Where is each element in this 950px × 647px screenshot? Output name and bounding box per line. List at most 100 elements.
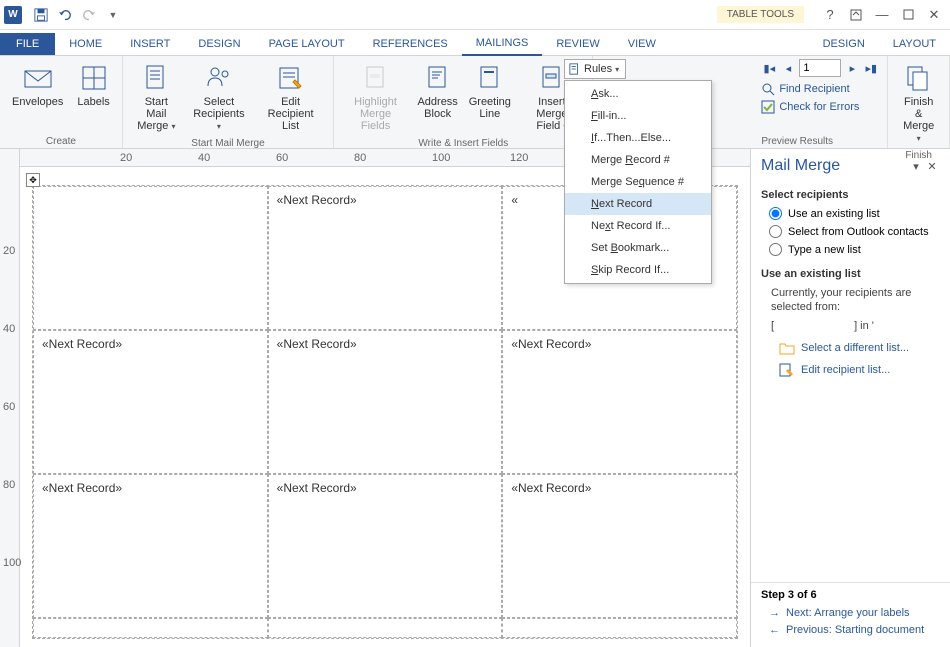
select-different-list-link[interactable]: Select a different list... (779, 341, 940, 355)
minimize-icon[interactable]: — (870, 4, 894, 26)
greeting-icon (474, 62, 506, 94)
rules-merge-record[interactable]: Merge Record # (565, 149, 711, 171)
edit-icon (779, 363, 795, 377)
word-app-icon[interactable]: W (4, 6, 22, 24)
radio-input[interactable] (769, 207, 782, 220)
highlight-icon (360, 62, 392, 94)
folder-icon (779, 341, 795, 355)
label-cell[interactable]: «Next Record» (502, 474, 737, 618)
hruler-tick: 120 (510, 152, 528, 164)
next-step-link[interactable]: → Next: Arrange your labels (769, 607, 940, 619)
rules-ask[interactable]: Ask... (565, 83, 711, 105)
link-label: Edit recipient list... (801, 364, 890, 376)
tab-references[interactable]: REFERENCES (359, 33, 462, 55)
contextual-tab-label: TABLE TOOLS (717, 6, 804, 23)
close-icon[interactable]: ✕ (922, 4, 946, 26)
currently-selected-text: Currently, your recipients are selected … (771, 286, 940, 315)
select-recipients-heading: Select recipients (761, 189, 940, 201)
labels-button[interactable]: Labels (71, 58, 115, 112)
rules-dropdown: Ask... Fill-in... If...Then...Else... Me… (564, 80, 712, 284)
radio-input[interactable] (769, 225, 782, 238)
rules-set-bookmark[interactable]: Set Bookmark... (565, 237, 711, 259)
rules-skip-record-if[interactable]: Skip Record If... (565, 259, 711, 281)
rules-merge-sequence[interactable]: Merge Sequence # (565, 171, 711, 193)
task-pane-footer: Step 3 of 6 → Next: Arrange your labels … (751, 582, 950, 647)
greeting-line-button[interactable]: Greeting Line (464, 58, 515, 124)
envelopes-label: Envelopes (12, 96, 63, 108)
select-recipients-button[interactable]: Select Recipients ▾ (186, 58, 252, 136)
label-cell[interactable] (33, 618, 268, 638)
radio-label: Select from Outlook contacts (788, 226, 929, 238)
tab-mailings[interactable]: MAILINGS (462, 32, 543, 56)
edit-list-icon (275, 62, 307, 94)
record-number-input[interactable] (799, 59, 841, 77)
quick-access-toolbar: W ▼ (4, 4, 124, 26)
ribbon-display-icon[interactable] (844, 4, 868, 26)
prev-step-link[interactable]: ← Previous: Starting document (769, 624, 940, 636)
select-recipients-label: Select Recipients ▾ (192, 96, 246, 132)
tab-home[interactable]: HOME (55, 33, 116, 55)
highlight-merge-fields-button: Highlight Merge Fields (340, 58, 411, 136)
tab-file[interactable]: FILE (0, 33, 55, 55)
label-cell[interactable]: «Next Record» (268, 330, 503, 474)
mail-merge-task-pane: Mail Merge ▾ ✕ Select recipients Use an … (750, 149, 950, 647)
label-cell[interactable] (268, 618, 503, 638)
start-mail-merge-button[interactable]: Start Mail Merge ▾ (129, 58, 184, 136)
maximize-icon[interactable] (896, 4, 920, 26)
tab-review[interactable]: REVIEW (542, 33, 613, 55)
redo-icon[interactable] (78, 4, 100, 26)
label-cell[interactable]: «Next Record» (33, 474, 268, 618)
label-cell[interactable] (33, 186, 268, 330)
help-icon[interactable]: ? (818, 4, 842, 26)
find-recipient-label: Find Recipient (779, 83, 849, 95)
last-record-icon[interactable]: ▸▮ (863, 59, 879, 77)
first-record-icon[interactable]: ▮◂ (761, 59, 777, 77)
rules-ifthenelse[interactable]: If...Then...Else... (565, 127, 711, 149)
prev-label: Previous: Starting document (786, 624, 924, 636)
radio-input[interactable] (769, 243, 782, 256)
labels-label: Labels (77, 96, 109, 108)
rules-next-record[interactable]: Next Record (565, 193, 711, 215)
check-errors-button[interactable]: Check for Errors (761, 98, 879, 116)
edit-recipient-list-button[interactable]: Edit Recipient List (254, 58, 327, 136)
labels-icon (78, 62, 110, 94)
group-write-insert: Highlight Merge Fields Address Block Gre… (334, 56, 593, 148)
group-finish-label: Finish (905, 148, 932, 162)
edit-recipient-list-link[interactable]: Edit recipient list... (779, 363, 940, 377)
label-cell[interactable]: «Next Record» (268, 186, 503, 330)
tab-view[interactable]: VIEW (614, 33, 670, 55)
radio-type-new-list[interactable]: Type a new list (769, 243, 940, 256)
group-preview-label: Preview Results (761, 134, 879, 148)
task-pane-body: Select recipients Use an existing list S… (751, 181, 950, 582)
address-block-button[interactable]: Address Block (413, 58, 462, 124)
next-label: Next: Arrange your labels (786, 607, 910, 619)
label-cell[interactable]: «Next Record» (268, 474, 503, 618)
greeting-label: Greeting Line (469, 96, 511, 120)
rules-next-record-if[interactable]: Next Record If... (565, 215, 711, 237)
vruler-tick: 60 (3, 401, 15, 413)
finish-label: Finish & Merge ▾ (900, 96, 937, 144)
save-icon[interactable] (30, 4, 52, 26)
tab-table-layout[interactable]: LAYOUT (879, 33, 950, 55)
radio-outlook-contacts[interactable]: Select from Outlook contacts (769, 225, 940, 238)
rules-fillin[interactable]: Fill-in... (565, 105, 711, 127)
table-move-handle-icon[interactable]: ✥ (26, 173, 40, 187)
label-cell[interactable] (502, 618, 737, 638)
tab-page-layout[interactable]: PAGE LAYOUT (255, 33, 359, 55)
rules-button[interactable]: Rules ▾ (564, 59, 626, 79)
prev-record-icon[interactable]: ◂ (780, 59, 796, 77)
undo-icon[interactable] (54, 4, 76, 26)
next-record-icon[interactable]: ▸ (844, 59, 860, 77)
tab-design[interactable]: DESIGN (184, 33, 254, 55)
tab-insert[interactable]: INSERT (116, 33, 184, 55)
find-recipient-button[interactable]: Find Recipient (761, 80, 879, 98)
qat-customize-icon[interactable]: ▼ (102, 4, 124, 26)
finish-merge-button[interactable]: Finish & Merge ▾ (894, 58, 943, 148)
use-existing-heading: Use an existing list (761, 268, 940, 280)
envelopes-button[interactable]: Envelopes (6, 58, 69, 112)
label-cell[interactable]: «Next Record» (502, 330, 737, 474)
arrow-left-icon: ← (769, 624, 780, 636)
label-cell[interactable]: «Next Record» (33, 330, 268, 474)
tab-table-design[interactable]: DESIGN (809, 33, 879, 55)
radio-existing-list[interactable]: Use an existing list (769, 207, 940, 220)
